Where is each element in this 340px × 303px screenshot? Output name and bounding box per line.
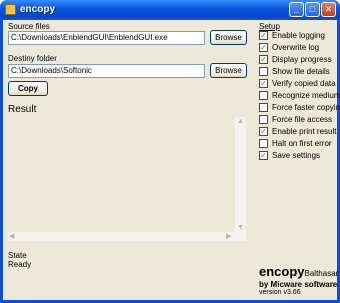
- setup-option-label: Save settings: [272, 151, 321, 160]
- source-files-input[interactable]: C:\Downloads\EnblendGUI\EnblendGUI.exe: [8, 31, 205, 45]
- window-title: encopy: [20, 4, 56, 15]
- copy-button[interactable]: Copy: [8, 81, 48, 96]
- setup-option-checkbox[interactable]: [259, 67, 268, 76]
- destiny-folder-label: Destiny folder: [8, 54, 57, 63]
- brand-author: Balthasar: [304, 269, 339, 278]
- setup-option-checkbox[interactable]: [259, 115, 268, 124]
- source-browse-button[interactable]: Browse: [210, 30, 247, 45]
- setup-option-checkbox[interactable]: ✓: [259, 79, 268, 88]
- setup-option-checkbox[interactable]: [259, 139, 268, 148]
- setup-option-label: Show file details: [272, 67, 330, 76]
- setup-option-checkbox[interactable]: [259, 103, 268, 112]
- setup-option-label: Recognize medium: [272, 91, 340, 100]
- setup-option-checkbox[interactable]: ✓: [259, 43, 268, 52]
- app-icon: [5, 4, 16, 15]
- setup-option-checkbox[interactable]: ✓: [259, 151, 268, 160]
- scroll-right-icon[interactable]: ▶: [226, 232, 231, 241]
- result-horizontal-scrollbar[interactable]: ◀ ▶: [8, 232, 235, 241]
- result-label: Result: [8, 104, 37, 115]
- setup-option-label: Force file access: [272, 115, 333, 124]
- destiny-browse-button[interactable]: Browse: [210, 63, 247, 78]
- setup-option-label: Verify copied data: [272, 79, 336, 88]
- minimize-button[interactable]: _: [289, 2, 304, 17]
- brand-company: by Micware software: [259, 280, 338, 289]
- setup-option-checkbox[interactable]: ✓: [259, 55, 268, 64]
- destiny-folder-input[interactable]: C:\Downloads\Softonic: [8, 64, 205, 78]
- setup-option-label: Enable logging: [272, 31, 325, 40]
- setup-option-label: Display progress: [272, 55, 332, 64]
- result-output[interactable]: [8, 117, 251, 241]
- scroll-up-icon[interactable]: ▲: [237, 117, 244, 126]
- state-value: Ready: [8, 260, 32, 269]
- setup-option-label: Enable print result: [272, 127, 337, 136]
- scroll-down-icon[interactable]: ▼: [237, 223, 244, 232]
- setup-option-label: Overwrite log: [272, 43, 320, 52]
- close-button[interactable]: ✕: [321, 2, 336, 17]
- client-area: Source files C:\Downloads\EnblendGUI\Enb…: [3, 20, 340, 300]
- state-label: State: [8, 251, 27, 260]
- brand-block: encopyBalthasar by Micware software vers…: [259, 264, 338, 296]
- maximize-button[interactable]: □: [305, 2, 320, 17]
- result-vertical-scrollbar[interactable]: ▲ ▼: [235, 117, 246, 241]
- setup-option-checkbox[interactable]: [259, 91, 268, 100]
- brand-name: encopy: [259, 264, 305, 279]
- source-files-label: Source files: [8, 22, 50, 31]
- setup-option-checkbox[interactable]: ✓: [259, 127, 268, 136]
- scroll-left-icon[interactable]: ◀: [9, 232, 14, 241]
- title-bar[interactable]: encopy _ □ ✕: [0, 0, 340, 20]
- setup-option-label: Halt on first error: [272, 139, 332, 148]
- setup-option-checkbox[interactable]: ✓: [259, 31, 268, 40]
- app-window: encopy _ □ ✕ Source files C:\Downloads\E…: [0, 0, 340, 303]
- setup-option-label: Force faster copying: [272, 103, 340, 112]
- brand-version: version v3.66: [259, 289, 301, 296]
